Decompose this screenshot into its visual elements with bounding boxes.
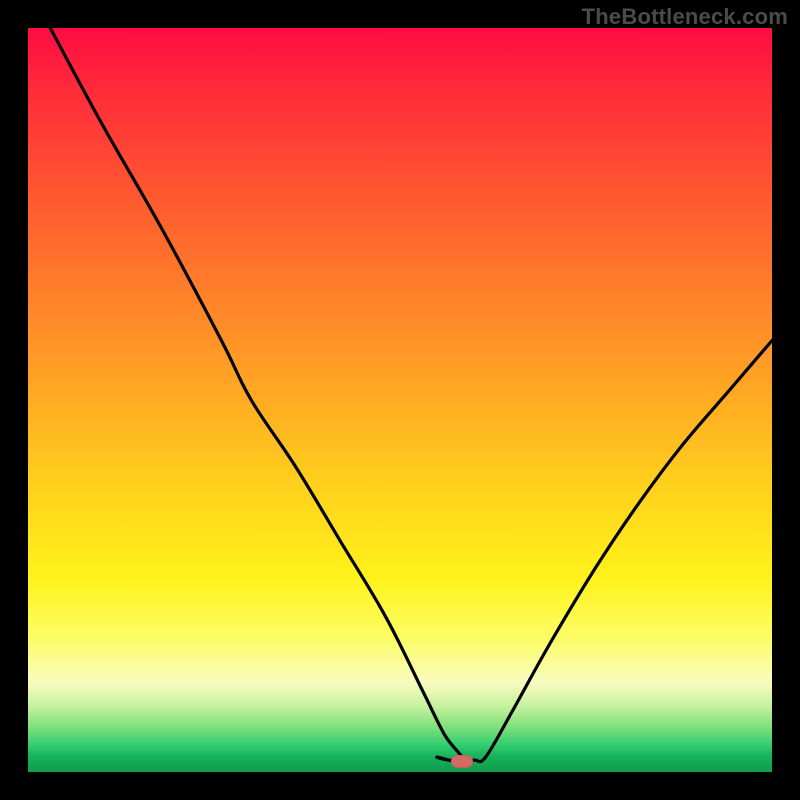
min-point-marker [451, 755, 473, 768]
watermark-text: TheBottleneck.com [582, 4, 788, 30]
curve-path [50, 28, 772, 762]
plot-area [28, 28, 772, 772]
chart-stage: TheBottleneck.com [0, 0, 800, 800]
bottleneck-curve [28, 28, 772, 772]
